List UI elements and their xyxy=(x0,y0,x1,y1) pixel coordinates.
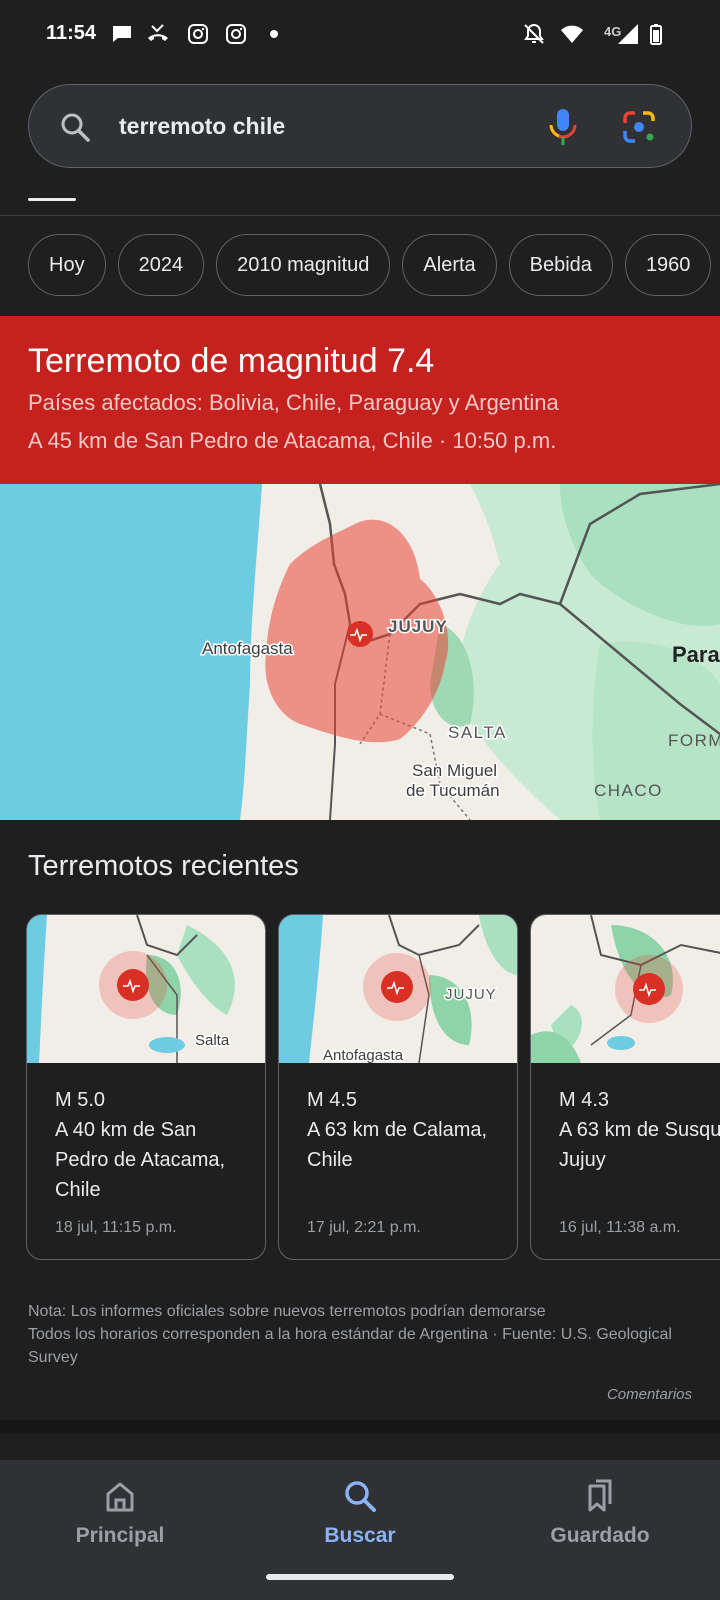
card-map: Salta xyxy=(27,915,265,1063)
card-magnitude: M 4.3 xyxy=(559,1089,610,1111)
card-location: A 63 km de Calama, Chile xyxy=(307,1119,488,1171)
card-body: M 5.0 A 40 km de San Pedro de Atacama, C… xyxy=(55,1085,255,1205)
nav-buscar[interactable]: Buscar xyxy=(240,1460,480,1560)
search-icon xyxy=(59,111,91,143)
missed-call-icon xyxy=(146,22,170,46)
map-label-paraguay: Para xyxy=(672,642,720,667)
map-label-tucuman: de Tucumán xyxy=(406,781,500,800)
card-date: 18 jul, 11:15 p.m. xyxy=(55,1219,177,1236)
card-map-label: Antofagasta xyxy=(323,1047,404,1063)
alert-location: A 45 km de San Pedro de Atacama, Chile ·… xyxy=(28,428,557,453)
card-body: M 4.5 A 63 km de Calama, Chile xyxy=(307,1085,507,1175)
home-icon xyxy=(106,1482,134,1512)
feedback-link[interactable]: Comentarios xyxy=(607,1386,692,1403)
tabs-divider xyxy=(0,215,720,216)
nav-label: Principal xyxy=(75,1524,165,1547)
nav-principal[interactable]: Principal xyxy=(0,1460,240,1560)
map-label-antofagasta: Antofagasta xyxy=(202,639,293,658)
source-note: Nota: Los informes oficiales sobre nuevo… xyxy=(28,1300,688,1369)
instagram-icon xyxy=(186,22,210,46)
chip-alerta[interactable]: Alerta xyxy=(402,234,497,296)
bookmark-icon xyxy=(588,1479,612,1512)
active-tab-indicator xyxy=(28,198,76,201)
alert-title: Terremoto de magnitud 7.4 xyxy=(28,342,435,380)
nav-label: Guardado xyxy=(550,1524,650,1547)
search-bar[interactable]: terremoto chile xyxy=(28,84,692,168)
chip-2024[interactable]: 2024 xyxy=(117,234,205,296)
battery-icon xyxy=(644,22,668,46)
section-divider xyxy=(0,1420,720,1434)
card-date: 16 jul, 11:38 a.m. xyxy=(559,1219,681,1236)
search-input[interactable]: terremoto chile xyxy=(119,113,285,140)
search-tabs[interactable] xyxy=(0,168,720,216)
earthquake-card[interactable]: JUJUY Antofagasta M 4.5 A 63 km de Calam… xyxy=(278,914,518,1260)
earthquake-card[interactable]: Salta M 5.0 A 40 km de San Pedro de Atac… xyxy=(26,914,266,1260)
chip-2010-magnitud[interactable]: 2010 magnitud xyxy=(216,234,391,296)
note-line-1: Nota: Los informes oficiales sobre nuevo… xyxy=(28,1303,546,1320)
nav-guardado[interactable]: Guardado xyxy=(480,1460,720,1560)
nav-label: Buscar xyxy=(324,1524,396,1547)
signal-icon xyxy=(616,22,640,46)
instagram-icon xyxy=(224,22,248,46)
map-label-jujuy: JUJUY xyxy=(388,617,448,636)
earthquake-map[interactable]: Antofagasta JUJUY SALTA San Miguel de Tu… xyxy=(0,484,720,820)
home-indicator[interactable] xyxy=(266,1574,454,1580)
card-location: A 63 km de Susques, Jujuy xyxy=(559,1119,720,1171)
card-location: A 40 km de San Pedro de Atacama, Chile xyxy=(55,1119,226,1201)
chip-hoy[interactable]: Hoy xyxy=(28,234,106,296)
alert-countries: Países afectados: Bolivia, Chile, Paragu… xyxy=(28,390,559,415)
search-icon xyxy=(345,1481,376,1512)
card-map xyxy=(531,915,720,1063)
chat-bubble-icon xyxy=(110,22,134,46)
map-label-salta: SALTA xyxy=(448,723,507,742)
filter-chips: Hoy 2024 2010 magnitud Alerta Bebida 1960 xyxy=(28,234,720,296)
map-label-san-miguel: San Miguel xyxy=(412,761,497,780)
map-label-formosa: FORM xyxy=(668,731,720,750)
recent-earthquakes-carousel[interactable]: Salta M 5.0 A 40 km de San Pedro de Atac… xyxy=(26,914,720,1260)
chip-1960[interactable]: 1960 xyxy=(624,234,712,296)
card-magnitude: M 4.5 xyxy=(307,1089,358,1111)
earthquake-alert-banner[interactable]: Terremoto de magnitud 7.4 Países afectad… xyxy=(0,316,720,484)
card-date: 17 jul, 2:21 p.m. xyxy=(307,1219,421,1236)
card-body: M 4.3 A 63 km de Susques, Jujuy xyxy=(559,1085,720,1175)
card-map-label: Salta xyxy=(195,1032,230,1049)
card-map: JUJUY Antofagasta xyxy=(279,915,517,1063)
status-bar: 11:54 4G xyxy=(0,0,720,70)
lens-icon[interactable] xyxy=(621,109,657,145)
bell-off-icon xyxy=(522,22,546,46)
dot-icon xyxy=(262,22,286,46)
status-time: 11:54 xyxy=(46,22,97,44)
wifi-icon xyxy=(560,22,584,46)
chip-bebida[interactable]: Bebida xyxy=(508,234,613,296)
card-map-label: JUJUY xyxy=(445,986,497,1003)
mic-icon[interactable] xyxy=(545,107,581,147)
earthquake-card[interactable]: M 4.3 A 63 km de Susques, Jujuy 16 jul, … xyxy=(530,914,720,1260)
map-label-chaco: CHACO xyxy=(594,781,663,800)
recent-earthquakes-title: Terremotos recientes xyxy=(28,850,299,882)
note-line-2: Todos los horarios corresponden a la hor… xyxy=(28,1326,672,1366)
card-magnitude: M 5.0 xyxy=(55,1089,106,1111)
